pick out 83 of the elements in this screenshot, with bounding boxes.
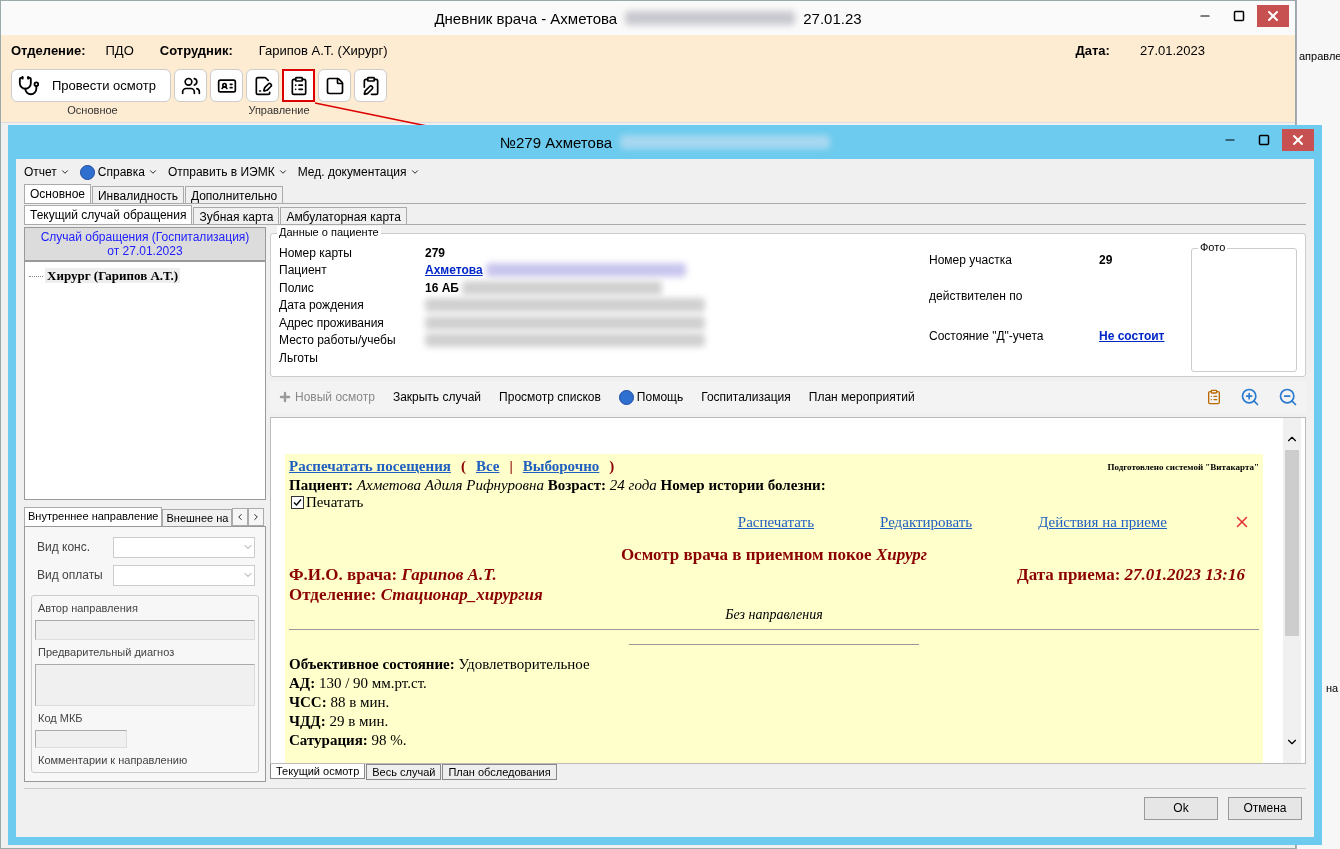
field-label: Адрес проживания — [279, 315, 385, 330]
exam-title: Осмотр врача в приемном покое Хирург — [619, 545, 929, 565]
field-label: Полис — [279, 280, 315, 295]
field-label: Номер участка — [929, 253, 1013, 267]
cancel-button[interactable]: Отмена — [1228, 796, 1302, 820]
action-link[interactable]: Распечатать — [737, 513, 814, 531]
examine-button[interactable]: Провести осмотр — [11, 69, 171, 102]
doctor-field: Ф.И.О. врача: Гарипов А.Т. — [289, 565, 497, 585]
ok-button[interactable]: Ok — [1144, 796, 1218, 820]
patient-link[interactable]: Ахметова — [425, 263, 483, 278]
finding-line: Сатурация: 98 %. — [289, 731, 408, 750]
separator-text: ) — [609, 458, 615, 475]
field-label: Комментарии к направлению — [37, 754, 189, 766]
field-label: Автор направления — [37, 602, 139, 614]
toolbar-button[interactable]: Просмотр списков — [499, 390, 601, 404]
status-link[interactable]: Не состоит — [1099, 329, 1165, 343]
tab[interactable]: Текущий случай обращения — [24, 205, 193, 224]
prepared-by-text: Подготовлено системой "Витакарта" — [1107, 461, 1259, 472]
field-label: Дата рождения — [279, 298, 365, 313]
finding-line: ЧДД: 29 в мин. — [289, 712, 390, 731]
group-label: Основное — [66, 104, 119, 116]
field-label: Дата: — [1075, 42, 1110, 58]
field-value: 279 — [425, 245, 446, 260]
toolbar-button[interactable]: Госпитализация — [701, 390, 791, 404]
finding-line: ЧСС: 88 в мин. — [289, 693, 391, 712]
field-label: Отделение: — [11, 42, 86, 58]
checkbox-label: Печатать — [306, 494, 364, 511]
patient-line: Пациент: Ахметова Адиля Рифнуровна Возраст: 24 года Номер истории болезни: — [289, 477, 827, 494]
group-title: Фото — [1198, 241, 1228, 253]
field-label: Место работы/учебы — [279, 333, 397, 348]
tab[interactable]: Текущий осмотр — [270, 764, 366, 779]
tab[interactable]: Инвалидность — [92, 186, 184, 203]
separator-text: | — [509, 458, 513, 475]
tab[interactable]: Внешнее на — [162, 509, 233, 526]
case-title: Случай обращения (Госпитализация) — [39, 229, 251, 244]
window-title: №279 Ахметова — [499, 133, 613, 151]
field-label: Номер карты — [279, 245, 353, 260]
menu-item[interactable]: Справка — [79, 164, 158, 180]
tree-item[interactable]: Хирург (Гарипов А.Т.) — [45, 267, 181, 283]
field-label: Вид оплаты — [37, 568, 103, 582]
toolbar-button[interactable]: Помощь — [618, 389, 684, 405]
field-label: Вид конс. — [37, 540, 92, 554]
department-field: Отделение: Стационар_хирургия — [289, 585, 543, 604]
tab[interactable]: Зубная карта — [193, 207, 280, 224]
tab[interactable]: Основное — [24, 184, 91, 203]
field-value: 27.01.2023 — [1139, 42, 1205, 58]
field-value: 29 — [1099, 253, 1113, 267]
print-link[interactable]: Все — [475, 458, 500, 475]
menu-item[interactable]: Отчет — [24, 165, 70, 179]
action-link[interactable]: Действия на приеме — [1038, 513, 1167, 531]
case-date: от 27.01.2023 — [107, 243, 183, 258]
action-link[interactable]: Редактировать — [880, 513, 973, 531]
finding-line: АД: 130 / 90 мм.рт.ст. — [289, 674, 428, 693]
window-title-date: 27.01.23 — [803, 9, 862, 27]
group-label: Управление — [247, 104, 311, 116]
field-label: Код МКБ — [37, 712, 84, 724]
field-label: Пациент — [279, 263, 328, 278]
referral-note: Без направления — [724, 607, 824, 623]
field-label: Предварительный диагноз — [37, 646, 176, 658]
tab[interactable]: Внутреннее направление — [24, 507, 163, 526]
field-value: Гарипов А.Т. (Хирург) — [258, 42, 388, 58]
field-label: Льготы — [279, 350, 319, 365]
field-label: Состояние "Д"-учета — [929, 329, 1045, 343]
separator-text: ( — [460, 458, 466, 475]
field-label: действителен по — [929, 289, 1024, 303]
tab[interactable]: Амбулаторная карта — [280, 207, 407, 224]
menu-item[interactable]: Отправить в ИЭМК — [167, 165, 288, 179]
toolbar-button[interactable]: Закрыть случай — [392, 390, 482, 404]
group-title: Данные о пациенте — [277, 226, 381, 238]
tab[interactable]: План обследования — [442, 764, 557, 780]
finding-line: Объективное состояние: Удовлетворительное — [289, 655, 591, 674]
visit-date-field: Дата приема: 27.01.2023 13:16 — [1017, 565, 1245, 585]
tab[interactable]: Дополнительно — [184, 186, 284, 203]
field-label: Сотрудник: — [159, 42, 233, 58]
field-value: ПДО — [105, 42, 134, 58]
background-text: на — [1326, 682, 1339, 694]
field-value: 16 АБ — [425, 280, 459, 295]
print-link[interactable]: Выборочно — [522, 458, 600, 475]
tab[interactable]: Весь случай — [366, 764, 442, 780]
menu-item[interactable]: Мед. документация — [297, 165, 420, 179]
print-link[interactable]: Распечатать посещения — [289, 458, 451, 475]
window-title: Дневник врача - Ахметова — [434, 9, 618, 27]
toolbar-button[interactable]: План мероприятий — [808, 390, 915, 404]
